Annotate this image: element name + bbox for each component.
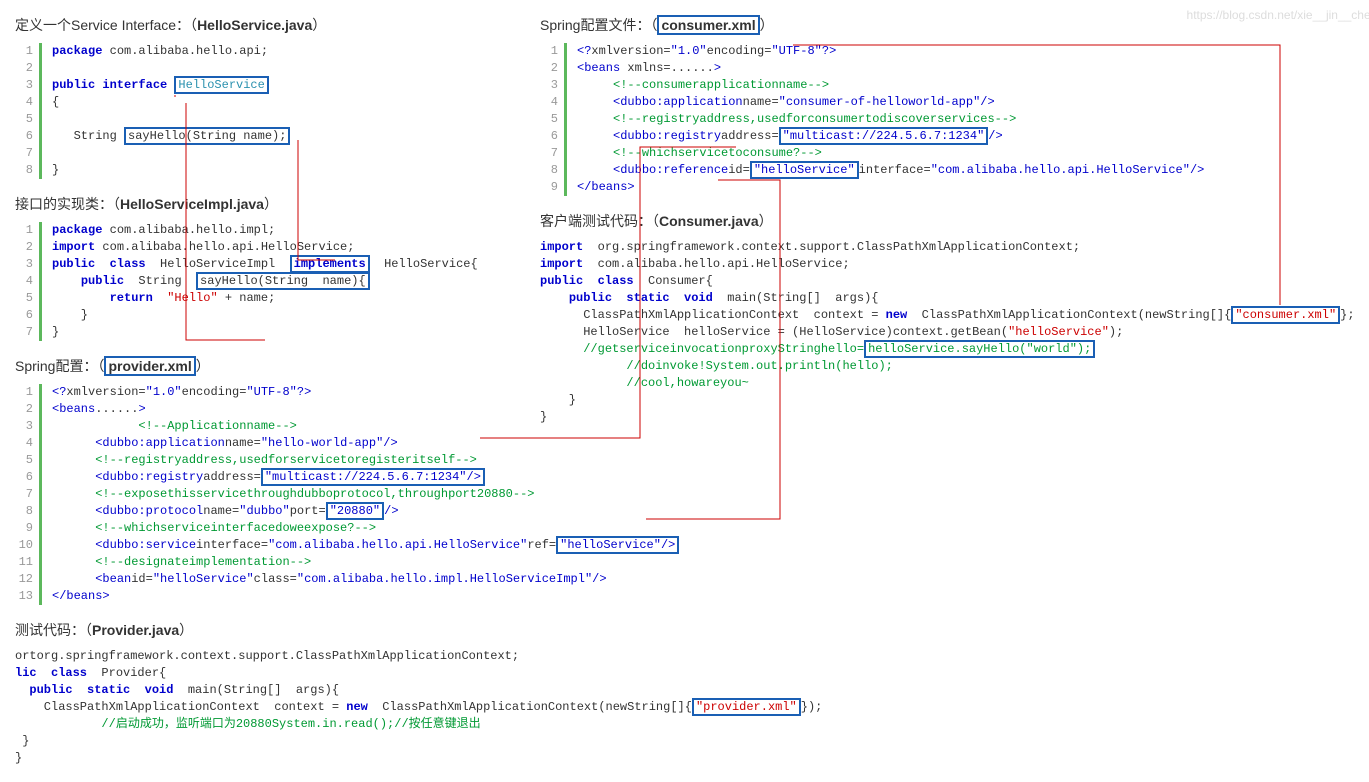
box-helloservice-ref: "helloService"/> [556,536,679,554]
box-multicast-1: "multicast://224.5.6.7:1234"/> [261,468,485,486]
box-helloservice: HelloService [174,76,268,94]
heading-consumer-java: 客户端测试代码：（Consumer.java） [540,211,1360,231]
code-block-4: ortorg.springframework.context.support.C… [15,648,655,767]
box-consumer-xml: consumer.xml [657,15,759,35]
box-implements: implements [290,255,370,273]
box-consumer-xml-ref: "consumer.xml" [1231,306,1340,324]
heading-provider-java: 测试代码：（Provider.java） [15,620,655,640]
box-sayhello: sayHello(String name); [124,127,290,145]
box-port: "20880" [326,502,384,520]
box-sayhello-impl: sayHello(String name){ [196,272,370,290]
box-provider-xml-ref: "provider.xml" [692,698,801,716]
watermark: https://blog.csdn.net/xie__jin__cheng [1187,8,1369,22]
box-helloservice-id: "helloService" [750,161,859,179]
code-block-5: 123456789 <?xmlversion="1.0"encoding="UT… [540,43,1360,196]
box-sayhello-call: helloService.sayHello("world"); [864,340,1095,358]
box-provider-xml: provider.xml [104,356,195,376]
code-block-6: import org.springframework.context.suppo… [540,239,1360,426]
box-multicast-2: "multicast://224.5.6.7:1234" [779,127,989,145]
